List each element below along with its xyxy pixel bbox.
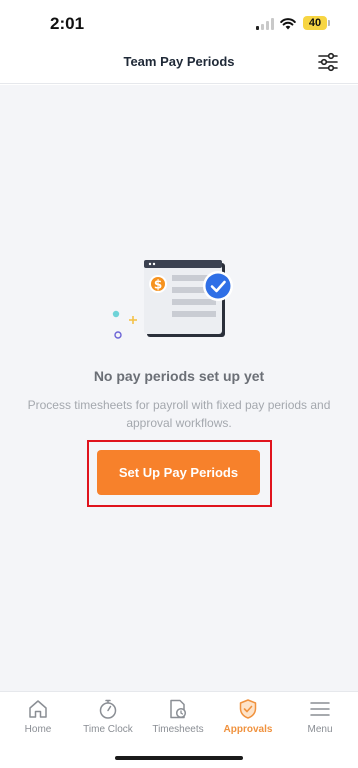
tab-home[interactable]: Home xyxy=(3,698,73,742)
status-time: 2:01 xyxy=(50,14,85,33)
tab-timesheets[interactable]: Timesheets xyxy=(143,698,213,742)
decor-dot-icon xyxy=(112,310,120,318)
battery-indicator: 40 xyxy=(303,16,330,30)
stopwatch-icon xyxy=(99,699,117,719)
menu-icon xyxy=(310,702,330,716)
currency-symbol: $ xyxy=(154,278,162,292)
shield-check-icon xyxy=(239,699,257,719)
decor-plus-icon xyxy=(129,316,137,324)
sliders-icon[interactable] xyxy=(316,50,340,74)
decor-ring-icon xyxy=(114,331,122,339)
timesheet-icon xyxy=(170,699,187,719)
tab-time-clock[interactable]: Time Clock xyxy=(73,698,143,742)
tab-label: Approvals xyxy=(223,724,273,735)
tab-approvals[interactable]: Approvals xyxy=(213,698,283,742)
status-bar: 2:01 40 xyxy=(0,0,358,48)
empty-state-title: No pay periods set up yet xyxy=(93,368,265,384)
empty-state-description: Process timesheets for payroll with fixe… xyxy=(27,398,331,430)
top-nav-bar: Team Pay Periods xyxy=(0,48,358,84)
tab-label: Time Clock xyxy=(83,724,133,735)
page-title: Team Pay Periods xyxy=(123,54,235,69)
tab-label: Menu xyxy=(307,724,333,735)
home-indicator xyxy=(115,756,243,760)
cellular-signal-icon xyxy=(256,18,276,30)
empty-state-area: $ No pay periods set up yet Process time… xyxy=(0,85,358,691)
payroll-document-check-icon: $ xyxy=(112,260,233,339)
tab-label: Home xyxy=(24,724,52,735)
app-screen: 2:01 40 Team Pay Periods $ No pay period… xyxy=(0,0,358,768)
tab-menu[interactable]: Menu xyxy=(285,698,355,742)
home-icon xyxy=(29,700,47,718)
set-up-pay-periods-button[interactable]: Set Up Pay Periods xyxy=(97,450,260,495)
tab-label: Timesheets xyxy=(152,724,204,735)
wifi-icon xyxy=(280,18,296,30)
